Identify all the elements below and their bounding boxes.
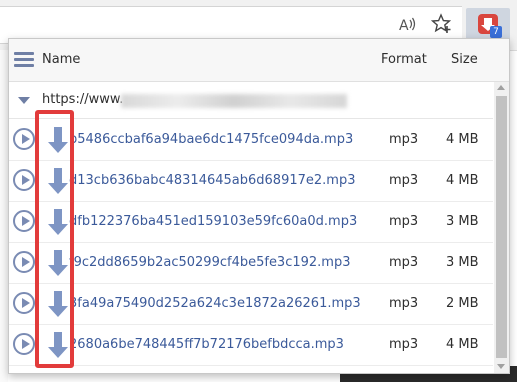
file-size: 4 MB [446, 337, 479, 352]
file-size: 4 MB [446, 173, 479, 188]
file-format: mp3 [389, 337, 419, 352]
play-icon[interactable] [13, 333, 35, 355]
svg-text:A: A [399, 18, 409, 34]
play-icon[interactable] [13, 292, 35, 314]
file-row: f9c2dd8659b2ac50299cf4be5fe3c192.mp3 mp3 3… [9, 242, 493, 284]
format-column-header[interactable]: Format [381, 52, 427, 67]
file-size: 3 MB [446, 214, 479, 229]
read-aloud-icon[interactable]: A [396, 14, 418, 36]
download-arrow-icon[interactable] [47, 126, 69, 154]
play-icon[interactable] [13, 210, 35, 232]
play-icon[interactable] [13, 128, 35, 150]
scrollbar-thumb[interactable] [496, 96, 507, 358]
file-row: 3fa49a75490d252a624c3e1872a26261.mp3 mp3 2… [9, 283, 493, 325]
file-size: 4 MB [446, 132, 479, 147]
download-arrow-icon[interactable] [47, 290, 69, 318]
page-url: https://www. [42, 92, 124, 107]
file-row: dfb122376ba451ed159103e59fc60a0d.mp3 mp3 3… [9, 201, 493, 243]
scroll-up-arrow-icon[interactable] [497, 85, 505, 90]
file-format: mp3 [389, 296, 419, 311]
file-format: mp3 [389, 173, 419, 188]
file-size: 2 MB [446, 296, 479, 311]
file-name-link[interactable]: dfb122376ba451ed159103e59fc60a0d.mp3 [69, 214, 357, 229]
scroll-down-arrow-icon[interactable] [497, 364, 505, 369]
size-column-header[interactable]: Size [451, 52, 478, 67]
collapse-triangle-icon[interactable] [18, 97, 30, 104]
read-aloud-glyph-icon: A [399, 17, 416, 34]
page-background [0, 50, 8, 382]
file-row: b5486ccbaf6a94bae6dc1475fce094da.mp3 mp3 4… [9, 119, 493, 161]
redacted-url-blur [121, 94, 347, 108]
file-format: mp3 [389, 132, 419, 147]
favorite-star-icon [430, 13, 452, 33]
downloader-popup: Name Format Size https://www. b5486ccbaf… [8, 38, 510, 374]
download-arrow-icon[interactable] [47, 208, 69, 236]
download-arrow-icon[interactable] [47, 331, 69, 359]
file-format: mp3 [389, 214, 419, 229]
file-format: mp3 [389, 255, 419, 270]
file-row: d13cb636babc48314645ab6d68917e2.mp3 mp3 4 … [9, 160, 493, 202]
download-arrow-icon[interactable] [47, 249, 69, 277]
file-size: 3 MB [446, 255, 479, 270]
scrollbar[interactable] [494, 82, 509, 373]
hamburger-menu-icon[interactable] [14, 52, 34, 68]
star-plus-icon[interactable] [430, 13, 453, 35]
name-column-header[interactable]: Name [42, 52, 80, 67]
file-name-link[interactable]: 2680a6be748445ff7b72176befbdcca.mp3 [69, 337, 344, 352]
download-arrow-icon[interactable] [47, 167, 69, 195]
file-row: 2680a6be748445ff7b72176befbdcca.mp3 mp3 4 … [9, 324, 493, 366]
play-icon[interactable] [13, 169, 35, 191]
file-name-link[interactable]: d13cb636babc48314645ab6d68917e2.mp3 [69, 173, 355, 188]
extension-badge: 7 [490, 26, 502, 38]
page-url-group[interactable]: https://www. [9, 82, 493, 119]
popup-header: Name Format Size [9, 39, 509, 82]
file-name-link[interactable]: b5486ccbaf6a94bae6dc1475fce094da.mp3 [69, 132, 353, 147]
file-name-link[interactable]: 3fa49a75490d252a624c3e1872a26261.mp3 [69, 296, 361, 311]
downloader-extension-button[interactable]: 7 [466, 8, 510, 42]
play-icon[interactable] [13, 251, 35, 273]
file-name-link[interactable]: f9c2dd8659b2ac50299cf4be5fe3c192.mp3 [69, 255, 351, 270]
